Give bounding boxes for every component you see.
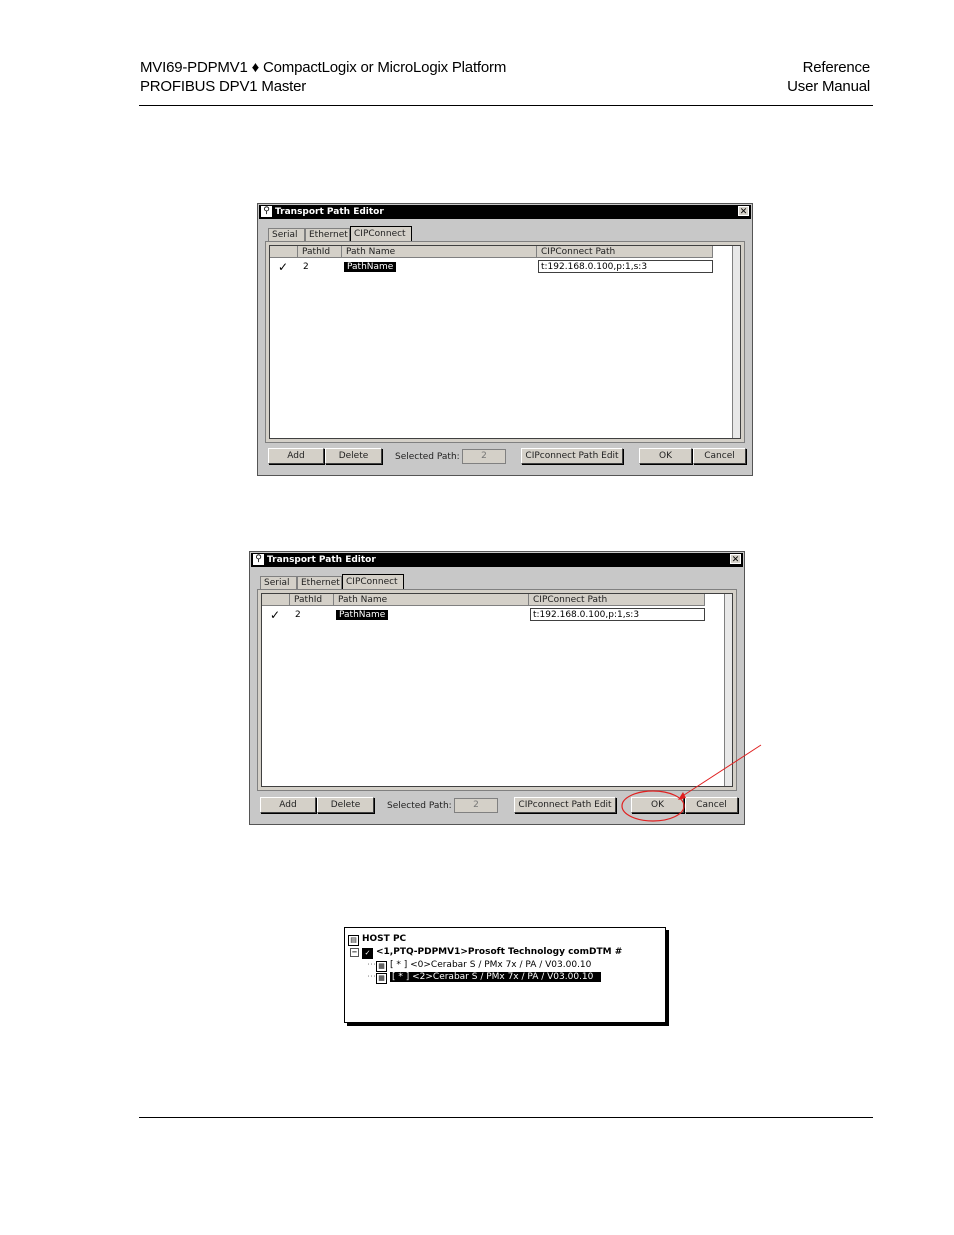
highlight-circle	[621, 790, 685, 822]
tree-node-master[interactable]: − ✓ <1,PTQ-PDPMV1>Prosoft Technology comDT…	[350, 946, 622, 959]
footer-rule	[139, 1117, 873, 1118]
device-tree: ▤ HOST PC − ✓ <1,PTQ-PDPMV1>Prosoft Technol…	[344, 927, 666, 1023]
collapse-icon[interactable]: −	[350, 948, 359, 957]
pointer-arrow-line	[680, 744, 762, 798]
computer-icon: ▤	[348, 935, 359, 946]
tree-root[interactable]: ▤ HOST PC	[348, 933, 406, 946]
tree-child-2[interactable]: ⋯ ▦[ * ] <2>Cerabar S / PMx 7x / PA / V03…	[367, 971, 602, 984]
comdtm-icon: ✓	[362, 948, 373, 959]
ok-highlight-annotation	[621, 744, 762, 822]
pointer-arrow-head	[678, 792, 686, 800]
device-icon: ▦	[376, 973, 387, 984]
